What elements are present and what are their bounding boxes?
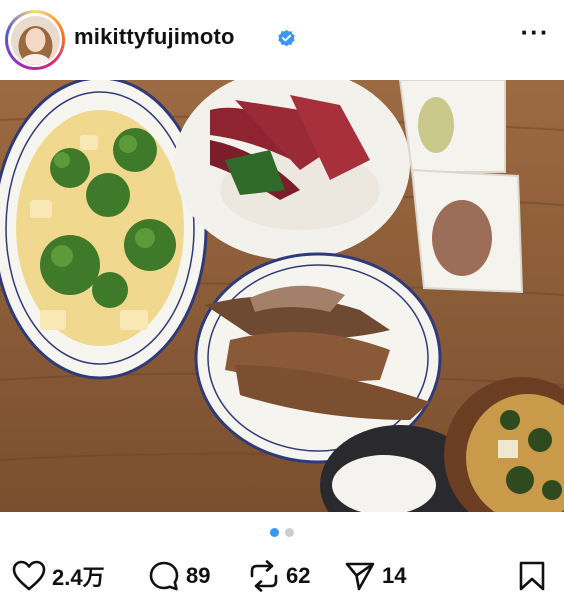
send-icon xyxy=(345,562,375,591)
comment-count: 89 xyxy=(186,563,211,588)
repost-icon xyxy=(250,560,278,592)
avatar-story-ring[interactable] xyxy=(5,10,65,70)
save-button[interactable] xyxy=(518,556,546,596)
post-header: mikittyfujimoto ··· xyxy=(0,0,564,80)
share-button[interactable]: 14 xyxy=(344,556,406,596)
avatar-photo xyxy=(10,15,60,65)
heart-icon xyxy=(12,560,46,591)
carousel-dot-active[interactable] xyxy=(270,528,279,537)
carousel-dot[interactable] xyxy=(285,528,294,537)
small-dish-bottom xyxy=(410,168,524,294)
comment-button[interactable]: 89 xyxy=(148,556,210,596)
avatar[interactable] xyxy=(10,15,60,65)
comment-icon xyxy=(149,561,179,591)
bookmark-icon xyxy=(519,561,545,591)
broccoli-plate xyxy=(0,80,208,380)
like-count: 2.4万 xyxy=(52,565,105,590)
verified-badge-icon xyxy=(278,29,295,47)
like-button[interactable]: 2.4万 xyxy=(12,556,105,596)
action-bar: 2.4万 89 62 14 xyxy=(0,556,564,596)
username[interactable]: mikittyfujimoto xyxy=(74,24,235,50)
post-photo[interactable] xyxy=(0,80,564,512)
repost-button[interactable]: 62 xyxy=(248,556,310,596)
share-count: 14 xyxy=(382,563,407,588)
food-photo-illustration xyxy=(0,80,564,512)
repost-count: 62 xyxy=(286,563,311,588)
more-horizontal-icon[interactable]: ··· xyxy=(518,19,552,52)
avatar-border xyxy=(8,13,62,67)
carousel-indicator xyxy=(0,528,564,540)
small-dish-top xyxy=(398,80,506,173)
